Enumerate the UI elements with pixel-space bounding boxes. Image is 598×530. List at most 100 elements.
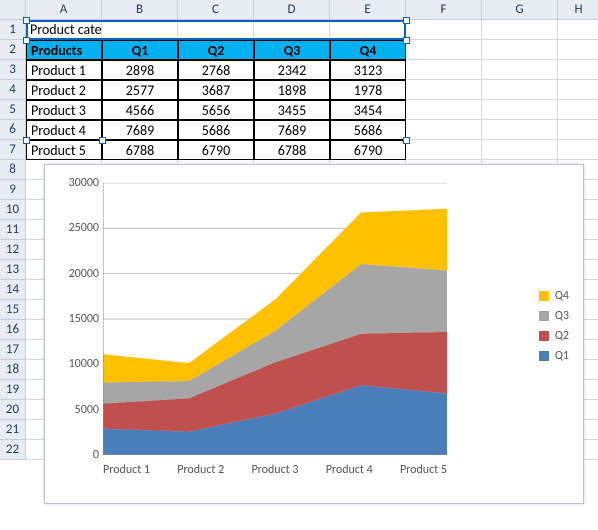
cell[interactable] — [482, 80, 558, 100]
cell[interactable] — [558, 40, 598, 60]
selection-handle[interactable] — [23, 17, 30, 24]
cell[interactable] — [406, 20, 482, 40]
cell[interactable] — [482, 40, 558, 60]
table-data-cell[interactable]: 7689 — [254, 120, 330, 140]
column-header[interactable]: G — [482, 0, 558, 20]
legend-label: Q4 — [555, 289, 569, 303]
column-header[interactable]: H — [558, 0, 598, 20]
column-header[interactable]: D — [254, 0, 330, 20]
column-header[interactable]: B — [102, 0, 178, 20]
table-data-cell[interactable]: 1978 — [330, 80, 406, 100]
row-header[interactable]: 17 — [0, 340, 26, 360]
row-header[interactable]: 8 — [0, 160, 26, 180]
selection-handle[interactable] — [403, 17, 410, 24]
table-data-cell[interactable]: 2768 — [178, 60, 254, 80]
cell[interactable] — [558, 120, 598, 140]
row-header[interactable]: 15 — [0, 300, 26, 320]
chart-object[interactable]: 050001000015000200002500030000 Product 1… — [44, 164, 584, 504]
row-header[interactable]: 13 — [0, 260, 26, 280]
cell[interactable] — [558, 60, 598, 80]
chart-legend: Q4Q3Q2Q1 — [539, 283, 569, 369]
y-tick-label: 5000 — [57, 403, 99, 417]
table-data-cell[interactable]: 5686 — [178, 120, 254, 140]
y-tick-label: 0 — [57, 448, 99, 462]
cell[interactable] — [406, 60, 482, 80]
legend-label: Q3 — [555, 309, 569, 323]
table-data-cell[interactable]: 2577 — [102, 80, 178, 100]
row-header[interactable]: 19 — [0, 380, 26, 400]
table-data-cell[interactable]: 5686 — [330, 120, 406, 140]
table-data-cell[interactable]: Product 5 — [26, 140, 102, 160]
cell[interactable] — [178, 20, 254, 40]
cell[interactable] — [254, 20, 330, 40]
column-header[interactable]: E — [330, 0, 406, 20]
table-data-cell[interactable]: 2898 — [102, 60, 178, 80]
row-header[interactable]: 22 — [0, 440, 26, 460]
column-header[interactable]: C — [178, 0, 254, 20]
table-header-cell[interactable]: Products — [26, 40, 102, 60]
table-data-cell[interactable]: 3455 — [254, 100, 330, 120]
table-data-cell[interactable]: 2342 — [254, 60, 330, 80]
cell[interactable] — [102, 20, 178, 40]
cell[interactable] — [406, 40, 482, 60]
table-data-cell[interactable]: 6790 — [178, 140, 254, 160]
cell[interactable] — [482, 100, 558, 120]
table-header-cell[interactable]: Q2 — [178, 40, 254, 60]
row-header[interactable]: 10 — [0, 200, 26, 220]
column-header[interactable]: A — [26, 0, 102, 20]
cell[interactable] — [482, 140, 558, 160]
row-header[interactable]: 4 — [0, 80, 26, 100]
table-data-cell[interactable]: Product 3 — [26, 100, 102, 120]
table-header-cell[interactable]: Q1 — [102, 40, 178, 60]
table-data-cell[interactable]: 6788 — [254, 140, 330, 160]
row-header[interactable]: 3 — [0, 60, 26, 80]
cell[interactable] — [482, 20, 558, 40]
chart-x-axis-labels: Product 1Product 2Product 3Product 4Prod… — [103, 463, 447, 483]
table-data-cell[interactable]: 3123 — [330, 60, 406, 80]
chart-plot-area — [103, 183, 447, 455]
cell[interactable] — [482, 120, 558, 140]
row-header[interactable]: 18 — [0, 360, 26, 380]
table-data-cell[interactable]: 5656 — [178, 100, 254, 120]
table-data-cell[interactable]: 4566 — [102, 100, 178, 120]
cell[interactable] — [406, 100, 482, 120]
cell[interactable] — [558, 140, 598, 160]
selection-handle[interactable] — [403, 37, 410, 44]
cell[interactable] — [558, 80, 598, 100]
x-tick-label: Product 4 — [326, 463, 373, 483]
row-header[interactable]: 11 — [0, 220, 26, 240]
legend-item: Q2 — [539, 329, 569, 343]
row-header[interactable]: 12 — [0, 240, 26, 260]
table-header-cell[interactable]: Q3 — [254, 40, 330, 60]
table-data-cell[interactable]: 6788 — [102, 140, 178, 160]
selection-handle[interactable] — [403, 137, 410, 144]
cell[interactable] — [558, 100, 598, 120]
table-data-cell[interactable]: 1898 — [254, 80, 330, 100]
row-header[interactable]: 9 — [0, 180, 26, 200]
row-header[interactable]: 5 — [0, 100, 26, 120]
selection-handle[interactable] — [99, 137, 106, 144]
row-header[interactable]: 16 — [0, 320, 26, 340]
table-data-cell[interactable]: Product 4 — [26, 120, 102, 140]
legend-item: Q3 — [539, 309, 569, 323]
table-data-cell[interactable]: 7689 — [102, 120, 178, 140]
title-cell[interactable]: Product category wise querterly revenue(… — [26, 20, 102, 40]
table-data-cell[interactable]: 3687 — [178, 80, 254, 100]
cell[interactable] — [558, 20, 598, 40]
cell[interactable] — [406, 80, 482, 100]
cell[interactable] — [406, 140, 482, 160]
table-data-cell[interactable]: Product 1 — [26, 60, 102, 80]
column-header[interactable]: F — [406, 0, 482, 20]
selection-handle[interactable] — [23, 137, 30, 144]
cell[interactable] — [482, 60, 558, 80]
table-data-cell[interactable]: 3454 — [330, 100, 406, 120]
cell[interactable] — [330, 20, 406, 40]
cell[interactable] — [406, 120, 482, 140]
table-header-cell[interactable]: Q4 — [330, 40, 406, 60]
table-data-cell[interactable]: Product 2 — [26, 80, 102, 100]
row-header[interactable]: 14 — [0, 280, 26, 300]
table-data-cell[interactable]: 6790 — [330, 140, 406, 160]
row-header[interactable]: 20 — [0, 400, 26, 420]
selection-handle[interactable] — [23, 37, 30, 44]
row-header[interactable]: 21 — [0, 420, 26, 440]
